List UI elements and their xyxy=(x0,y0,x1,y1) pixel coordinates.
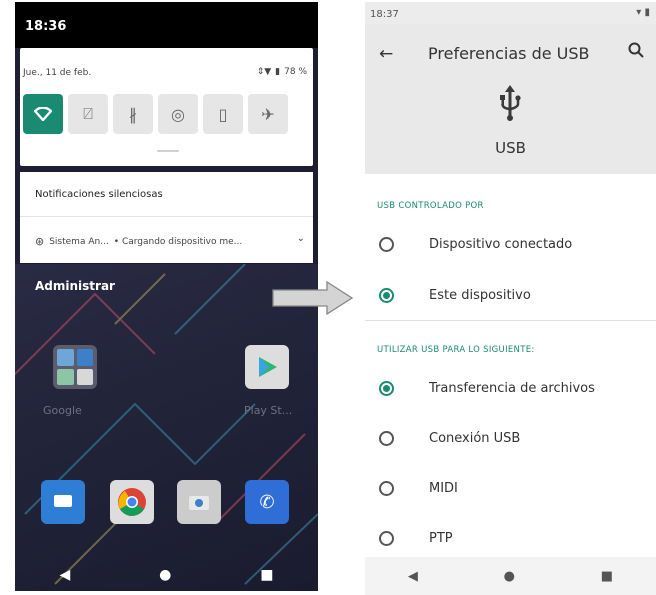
airplane-icon: ✈ xyxy=(261,104,275,124)
drag-handle[interactable] xyxy=(157,150,179,152)
recents-nav-icon[interactable]: ■ xyxy=(601,569,613,584)
status-bar: 18:37 ▾ ▮ xyxy=(365,2,656,24)
battery-icon: ▮ xyxy=(644,7,650,18)
battery-icon: ▮ xyxy=(275,67,281,77)
usb-label: USB xyxy=(495,139,526,157)
option-ptp[interactable]: PTP xyxy=(365,518,656,558)
message-icon xyxy=(54,495,72,507)
option-midi[interactable]: MIDI xyxy=(365,468,656,508)
option-label: Conexión USB xyxy=(429,430,521,446)
app-header: ← Preferencias de USB USB xyxy=(365,24,656,174)
bluetooth-icon: ∦ xyxy=(129,104,137,124)
radio-button[interactable] xyxy=(379,430,394,446)
camera-app-icon[interactable] xyxy=(177,480,221,524)
option-file-transfer[interactable]: Transferencia de archivos xyxy=(365,368,656,408)
section-header-use-usb-for: UTILIZAR USB PARA LO SIGUIENTE: xyxy=(377,345,535,355)
page-title: Preferencias de USB xyxy=(428,44,590,63)
divider xyxy=(20,216,313,217)
google-folder-label: Google xyxy=(43,404,82,417)
option-this-device[interactable]: Este dispositivo xyxy=(365,275,656,315)
manage-button[interactable]: Administrar xyxy=(35,279,115,293)
notification-card[interactable]: Notificaciones silenciosas ⊛ Sistema An.… xyxy=(20,172,313,263)
search-icon[interactable] xyxy=(628,42,644,58)
bluetooth-tile[interactable]: ∦ xyxy=(113,94,153,134)
radio-button-selected[interactable] xyxy=(379,380,394,396)
status-bar: 18:36 xyxy=(15,2,318,48)
flashlight-tile[interactable]: ▯ xyxy=(203,94,243,134)
notification-row[interactable]: ⊛ Sistema An... • Cargando dispositivo m… xyxy=(35,235,242,248)
notification-app: Sistema An... xyxy=(49,236,109,247)
quick-settings-panel: Jue., 11 de feb. ⇕▼ ▮ 78 % ⍁ ∦ ◎ ▯ ✈ xyxy=(20,48,313,166)
messages-app-icon[interactable] xyxy=(41,480,85,524)
rotate-icon: ⍁ xyxy=(83,104,93,123)
option-label: Dispositivo conectado xyxy=(429,236,573,252)
nav-bar: ◀ ● ■ xyxy=(15,558,318,591)
section-header-usb-controlled: USB CONTROLADO POR xyxy=(377,201,484,211)
right-phone-screen: 18:37 ▾ ▮ ← Preferencias de USB USB USB … xyxy=(365,2,656,595)
wifi-status-icon: ⇕▼ xyxy=(256,67,272,77)
back-arrow-icon[interactable]: ← xyxy=(379,44,393,64)
radio-button-selected[interactable] xyxy=(379,287,394,303)
option-usb-tethering[interactable]: Conexión USB xyxy=(365,418,656,458)
status-time: 18:36 xyxy=(25,19,67,34)
radio-button[interactable] xyxy=(379,480,394,496)
chrome-icon xyxy=(118,488,146,516)
transition-arrow-icon xyxy=(272,281,354,315)
date-label: Jue., 11 de feb. xyxy=(23,68,92,78)
back-nav-icon[interactable]: ◀ xyxy=(59,567,70,583)
status-icons: ▾ ▮ xyxy=(636,7,650,18)
wifi-status-icon: ▾ xyxy=(636,7,642,18)
google-folder[interactable] xyxy=(53,345,97,389)
airplane-tile[interactable]: ✈ xyxy=(248,94,288,134)
status-icons: ⇕▼ ▮ 78 % xyxy=(257,67,307,77)
back-nav-icon[interactable]: ◀ xyxy=(408,569,418,584)
wifi-icon xyxy=(34,107,52,121)
expand-chevron-icon[interactable]: ⌄ xyxy=(297,233,305,244)
notification-text: • Cargando dispositivo me... xyxy=(113,236,243,247)
chrome-app-icon[interactable] xyxy=(110,480,154,524)
android-system-icon: ⊛ xyxy=(35,235,45,248)
battery-percent: 78 % xyxy=(284,67,307,77)
notification-header: Notificaciones silenciosas xyxy=(35,189,163,200)
phone-app-icon[interactable]: ✆ xyxy=(245,480,289,524)
divider xyxy=(365,320,656,321)
camera-icon xyxy=(189,496,209,510)
radio-button[interactable] xyxy=(379,530,394,546)
play-store-icon[interactable] xyxy=(245,345,289,389)
option-label: Transferencia de archivos xyxy=(429,380,595,396)
usb-icon xyxy=(500,85,521,121)
flashlight-icon: ▯ xyxy=(218,104,228,124)
hotspot-tile[interactable]: ◎ xyxy=(158,94,198,134)
wifi-tile[interactable] xyxy=(23,94,63,134)
hotspot-icon: ◎ xyxy=(171,104,185,124)
option-label: Este dispositivo xyxy=(429,287,531,303)
auto-rotate-tile[interactable]: ⍁ xyxy=(68,94,108,134)
home-nav-icon[interactable]: ● xyxy=(159,567,171,583)
status-time: 18:37 xyxy=(370,9,399,20)
option-label: PTP xyxy=(429,530,453,546)
home-nav-icon[interactable]: ● xyxy=(504,569,515,584)
option-label: MIDI xyxy=(429,480,458,496)
nav-bar: ◀ ● ■ xyxy=(365,557,656,595)
option-connected-device[interactable]: Dispositivo conectado xyxy=(365,224,656,264)
phone-icon: ✆ xyxy=(259,491,275,513)
radio-button[interactable] xyxy=(379,236,394,252)
play-store-label: Play St... xyxy=(244,404,293,417)
recents-nav-icon[interactable]: ■ xyxy=(260,567,273,583)
play-triangle-icon xyxy=(259,357,277,377)
